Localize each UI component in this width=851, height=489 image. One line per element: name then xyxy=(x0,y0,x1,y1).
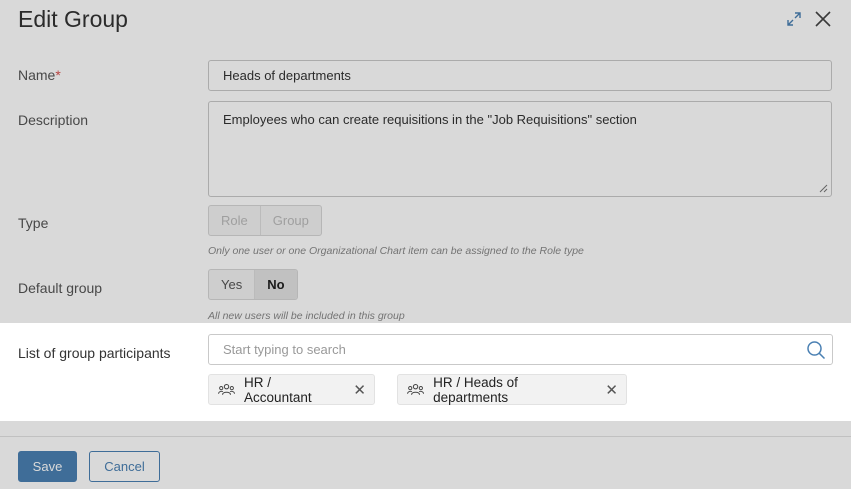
expand-icon[interactable] xyxy=(783,8,805,30)
group-icon xyxy=(407,383,424,395)
group-icon xyxy=(218,383,235,395)
close-icon[interactable] xyxy=(812,8,834,30)
type-hint: Only one user or one Organizational Char… xyxy=(208,245,584,257)
chip-label: HR / Accountant xyxy=(244,374,312,405)
participants-search xyxy=(208,334,833,365)
remove-chip-icon[interactable]: ✕ xyxy=(353,381,366,399)
participants-label: List of group participants xyxy=(18,345,171,361)
default-group-no[interactable]: No xyxy=(254,270,297,299)
remove-chip-icon[interactable]: ✕ xyxy=(605,381,618,399)
required-mark: * xyxy=(55,67,61,83)
participant-chip: HR / Accountant ✕ xyxy=(208,374,375,405)
type-option-role[interactable]: Role xyxy=(209,206,260,235)
cancel-button[interactable]: Cancel xyxy=(89,451,160,482)
participant-chip: HR / Heads of departments ✕ xyxy=(397,374,627,405)
default-group-toggle: Yes No xyxy=(208,269,298,300)
name-value: Heads of departments xyxy=(223,68,351,83)
default-group-hint: All new users will be included in this g… xyxy=(208,310,405,322)
chip-label: HR / Heads of departments xyxy=(433,374,518,405)
name-label: Name* xyxy=(18,67,61,83)
type-option-group[interactable]: Group xyxy=(259,206,321,235)
description-field[interactable]: Employees who can create requisitions in… xyxy=(208,101,832,197)
resize-grip-icon[interactable] xyxy=(819,184,828,193)
name-label-text: Name xyxy=(18,67,56,83)
default-group-yes[interactable]: Yes xyxy=(209,270,254,299)
participants-search-input[interactable] xyxy=(209,335,817,364)
type-label: Type xyxy=(18,215,49,231)
dialog-title: Edit Group xyxy=(18,6,128,32)
default-group-label: Default group xyxy=(18,280,103,296)
name-field[interactable]: Heads of departments xyxy=(208,60,832,91)
description-label: Description xyxy=(18,112,89,128)
search-icon[interactable] xyxy=(806,340,826,360)
type-segmented-control: Role Group xyxy=(208,205,322,236)
edit-group-dialog: Edit Group Name* Heads of departments De… xyxy=(0,0,851,489)
footer-divider xyxy=(0,436,851,437)
description-value: Employees who can create requisitions in… xyxy=(223,112,637,127)
save-button[interactable]: Save xyxy=(18,451,77,482)
